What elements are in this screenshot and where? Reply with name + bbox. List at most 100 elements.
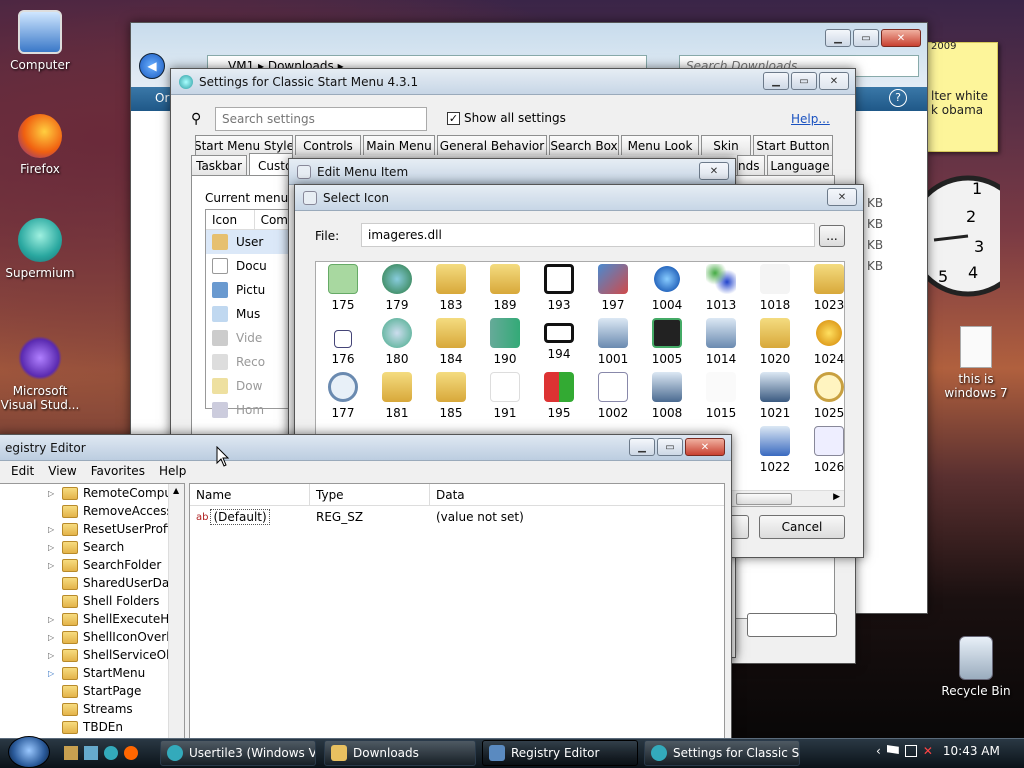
icon-cell[interactable]: 191: [478, 370, 532, 424]
icon-cell[interactable]: 1022: [748, 424, 802, 478]
volume-muted-icon[interactable]: ✕: [923, 744, 933, 758]
icon-cell[interactable]: 1024: [802, 316, 844, 370]
taskbar-item-settings[interactable]: Settings for Classic St...: [644, 740, 800, 766]
registry-values-pane[interactable]: Name Type Data ab (Default) REG_SZ (valu…: [189, 483, 725, 739]
icon-cell[interactable]: 176: [316, 316, 370, 370]
menu-edit[interactable]: Edit: [11, 464, 34, 478]
icon-cell[interactable]: 175: [316, 262, 370, 316]
maximize-button[interactable]: ▭: [791, 72, 817, 90]
tree-item[interactable]: StartPage: [48, 682, 141, 700]
tree-item[interactable]: ▷ SearchFolder: [48, 556, 161, 574]
menu-help[interactable]: Help: [159, 464, 186, 478]
col-data-header[interactable]: Data: [430, 484, 471, 505]
tree-item[interactable]: TBDEn: [48, 718, 123, 736]
minimize-button[interactable]: ▁: [763, 72, 789, 90]
search-settings-input[interactable]: [215, 107, 427, 131]
show-all-settings[interactable]: ✓ Show all settings: [447, 111, 566, 125]
sticky-note[interactable]: 2009 lter white k obama: [926, 41, 998, 152]
icon-cell[interactable]: 1005: [640, 316, 694, 370]
flag-icon[interactable]: [886, 745, 899, 754]
icon-cell[interactable]: 195: [532, 370, 586, 424]
icon-cell[interactable]: 1023: [802, 262, 844, 316]
desktop-icon-firefox[interactable]: Firefox: [0, 114, 80, 176]
scroll-up-icon[interactable]: ▲: [173, 486, 179, 495]
tree-item[interactable]: ▷ ShellServiceObje: [48, 646, 184, 664]
tab-main-menu[interactable]: Main Menu: [363, 135, 435, 155]
tab-start-button[interactable]: Start Button: [753, 135, 833, 155]
list-item[interactable]: Dow: [206, 374, 294, 398]
close-button[interactable]: ✕: [827, 188, 857, 206]
menu-favorites[interactable]: Favorites: [91, 464, 145, 478]
close-button[interactable]: ✕: [699, 162, 729, 180]
maximize-button[interactable]: ▭: [853, 29, 879, 47]
icon-cell[interactable]: 1002: [586, 370, 640, 424]
tab-search-box[interactable]: Search Box: [549, 135, 619, 155]
tree-item[interactable]: ▷ RemoteComput: [48, 484, 177, 502]
icon-cell[interactable]: 1018: [748, 262, 802, 316]
scroll-right-icon[interactable]: ▶: [833, 492, 840, 502]
desktop-icon-text-file[interactable]: this is windows 7: [936, 326, 1016, 400]
list-item[interactable]: Pictu: [206, 278, 294, 302]
help-link[interactable]: Help...: [791, 112, 830, 126]
desktop-icon-visual-studio[interactable]: Microsoft Visual Stud...: [0, 336, 82, 412]
col-name-header[interactable]: Name: [190, 484, 310, 505]
icon-cell[interactable]: 179: [370, 262, 424, 316]
tree-item[interactable]: SharedUserData: [48, 574, 181, 592]
help-icon[interactable]: ?: [889, 89, 907, 107]
firefox-quicklaunch-icon[interactable]: [124, 746, 138, 760]
tab-language[interactable]: Language: [767, 155, 833, 175]
registry-tree[interactable]: ▷ RemoteComput RemoveAccess ▷ ResetUserPro…: [0, 483, 185, 739]
menu-view[interactable]: View: [48, 464, 76, 478]
tree-item[interactable]: Streams: [48, 700, 133, 718]
maximize-button[interactable]: ▭: [657, 438, 683, 456]
show-hidden-icons[interactable]: ‹: [876, 744, 881, 758]
icon-cell[interactable]: 183: [424, 262, 478, 316]
tree-item[interactable]: ▷ StartMenu: [48, 664, 145, 682]
icon-cell[interactable]: 1001: [586, 316, 640, 370]
col-type-header[interactable]: Type: [310, 484, 430, 505]
taskbar-item-downloads[interactable]: Downloads: [324, 740, 476, 766]
file-input[interactable]: imageres.dll: [361, 223, 815, 247]
clock-time[interactable]: 10:43 AM: [943, 744, 1000, 758]
tab-skin[interactable]: Skin: [701, 135, 751, 155]
desktop-icon-computer[interactable]: Computer: [0, 10, 80, 72]
taskbar-item-registry-editor[interactable]: Registry Editor: [482, 740, 638, 766]
tree-item[interactable]: ▷ ShellIconOverlay: [48, 628, 184, 646]
tree-scrollbar[interactable]: ▲: [168, 484, 184, 738]
table-row[interactable]: ab (Default) REG_SZ (value not set): [190, 506, 724, 528]
close-button[interactable]: ✕: [819, 72, 849, 90]
scrollbar-thumb[interactable]: [736, 493, 792, 505]
icon-cell[interactable]: 197: [586, 262, 640, 316]
select-icon-titlebar[interactable]: Select Icon ✕: [295, 185, 863, 211]
tab-general-behavior[interactable]: General Behavior: [437, 135, 547, 155]
tree-item[interactable]: ▷ ShellExecuteHoo: [48, 610, 184, 628]
settings-titlebar[interactable]: Settings for Classic Start Menu 4.3.1 ▁ …: [171, 69, 855, 95]
list-item[interactable]: Reco: [206, 350, 294, 374]
minimize-button[interactable]: ▁: [629, 438, 655, 456]
icon-cell[interactable]: 177: [316, 370, 370, 424]
desktop-icon-supermium[interactable]: Supermium: [0, 218, 80, 280]
icon-cell[interactable]: 1013: [694, 262, 748, 316]
tab-commands[interactable]: nds: [737, 155, 765, 175]
show-desktop-icon[interactable]: [64, 746, 78, 760]
desktop-icon-recycle-bin[interactable]: Recycle Bin: [936, 636, 1016, 698]
list-item[interactable]: Hom: [206, 398, 294, 422]
tree-item[interactable]: Shell Folders: [48, 592, 159, 610]
start-button[interactable]: [8, 736, 50, 768]
list-item[interactable]: Vide: [206, 326, 294, 350]
show-all-checkbox[interactable]: ✓: [447, 111, 460, 125]
icon-cell[interactable]: 189: [478, 262, 532, 316]
icon-cell[interactable]: 1021: [748, 370, 802, 424]
minimize-button[interactable]: ▁: [825, 29, 851, 47]
icon-cell[interactable]: 184: [424, 316, 478, 370]
tab-start-menu-style[interactable]: Start Menu Style: [195, 135, 293, 155]
list-item[interactable]: Mus: [206, 302, 294, 326]
icon-cell[interactable]: 1025: [802, 370, 844, 424]
tree-item[interactable]: ▷ ResetUserProfile: [48, 520, 181, 538]
icon-cell[interactable]: 193: [532, 262, 586, 316]
tab-customize[interactable]: Custo: [249, 153, 293, 177]
cancel-button[interactable]: Cancel: [759, 515, 845, 539]
icon-cell[interactable]: 194: [532, 316, 586, 370]
supermium-quicklaunch-icon[interactable]: [104, 746, 118, 760]
icon-cell[interactable]: 1004: [640, 262, 694, 316]
